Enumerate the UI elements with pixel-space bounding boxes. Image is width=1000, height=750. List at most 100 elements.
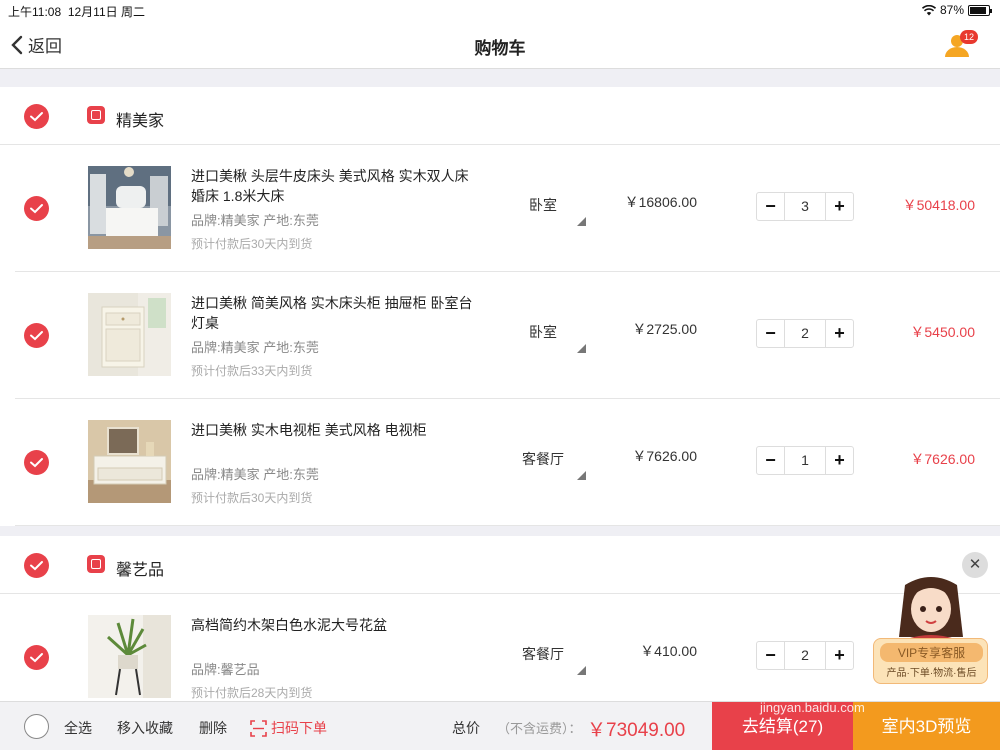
shop-checkbox[interactable]	[24, 104, 49, 129]
quantity-value[interactable]: 3	[784, 193, 826, 220]
product-title[interactable]: 高档简约木架白色水泥大号花盆	[191, 615, 481, 635]
scan-icon	[250, 719, 267, 737]
plant-pot-image	[88, 615, 171, 698]
check-icon	[30, 653, 43, 663]
status-right: 87%	[921, 3, 992, 17]
vip-title: VIP专享客服	[880, 643, 983, 662]
total-label: 总价	[452, 720, 480, 736]
product-image[interactable]	[88, 293, 171, 376]
3d-preview-button[interactable]: 室内3D预览	[853, 702, 1000, 750]
quantity-value[interactable]: 2	[784, 320, 826, 347]
dropdown-corner-icon	[577, 666, 586, 675]
item-checkbox[interactable]	[24, 323, 49, 348]
store-icon	[87, 106, 105, 124]
navigation-bar: 返回 购物车 12	[0, 20, 1000, 69]
item-subtotal: ￥50418.00	[902, 197, 975, 213]
page-title: 购物车	[474, 39, 526, 58]
shop-name: 馨艺品	[116, 562, 165, 579]
tv-cabinet-image	[88, 420, 171, 503]
vip-service-widget[interactable]: VIP专享客服 产品·下单·物流·售后	[873, 575, 988, 687]
product-image[interactable]	[88, 420, 171, 503]
nightstand-image	[88, 293, 171, 376]
cart-item: 进口美楸 头层牛皮床头 美式风格 实木双人床 婚床 1.8米大床 品牌:精美家 …	[15, 145, 1000, 272]
product-brand: 品牌:馨艺品	[191, 662, 260, 677]
shop-section: 馨艺品 高档简约木架白色水泥大号花盆 品牌:馨艺品 预计付款后28天内到货 客餐…	[0, 536, 1000, 701]
vip-card[interactable]: VIP专享客服 产品·下单·物流·售后	[873, 638, 988, 684]
room-selector[interactable]: 客餐厅	[500, 449, 586, 469]
battery-icon	[968, 4, 992, 16]
shop-section: 精美家 进口美楸 头层牛皮床头 美式风格 实木双人床 婚床 1.8米大床 品牌:…	[0, 87, 1000, 526]
room-selector[interactable]: 卧室	[500, 195, 586, 215]
decrease-button[interactable]: −	[757, 193, 784, 220]
item-checkbox[interactable]	[24, 645, 49, 670]
shop-header: 精美家	[0, 87, 1000, 145]
dropdown-corner-icon	[577, 344, 586, 353]
increase-button[interactable]: +	[826, 320, 853, 347]
wifi-icon	[921, 4, 936, 15]
decrease-button[interactable]: −	[757, 447, 784, 474]
watermark-text: jingyan.baidu.com	[760, 700, 865, 715]
dropdown-corner-icon	[577, 217, 586, 226]
check-icon	[30, 561, 43, 571]
check-icon	[30, 331, 43, 341]
notification-badge: 12	[960, 30, 978, 44]
product-image[interactable]	[88, 166, 171, 249]
battery-percent: 87%	[939, 3, 964, 17]
move-to-favorites-button[interactable]: 移入收藏	[117, 718, 173, 738]
cart-item: 高档简约木架白色水泥大号花盆 品牌:馨艺品 预计付款后28天内到货 客餐厅 ￥4…	[15, 594, 1000, 701]
status-bar: 上午11:08 12月11日 周二 87%	[0, 0, 1000, 20]
delivery-estimate: 预计付款后33天内到货	[191, 364, 313, 378]
select-all-checkbox[interactable]	[24, 714, 49, 739]
item-checkbox[interactable]	[24, 196, 49, 221]
unit-price: ￥16806.00	[624, 194, 697, 210]
product-title[interactable]: 进口美楸 头层牛皮床头 美式风格 实木双人床 婚床 1.8米大床	[191, 166, 481, 206]
bed-image	[88, 166, 171, 249]
item-checkbox[interactable]	[24, 450, 49, 475]
increase-button[interactable]: +	[826, 447, 853, 474]
total-price: ￥73049.00	[587, 720, 686, 741]
select-all-label[interactable]: 全选	[64, 718, 92, 738]
room-selector[interactable]: 卧室	[500, 322, 586, 342]
increase-button[interactable]: +	[826, 193, 853, 220]
delivery-estimate: 预计付款后30天内到货	[191, 237, 313, 251]
product-title[interactable]: 进口美楸 简美风格 实木床头柜 抽屉柜 卧室台灯桌	[191, 293, 481, 333]
quantity-stepper: − 2 +	[756, 319, 854, 348]
scan-label: 扫码下单	[271, 720, 327, 736]
cart-content[interactable]: 精美家 进口美楸 头层牛皮床头 美式风格 实木双人床 婚床 1.8米大床 品牌:…	[0, 87, 1000, 701]
dropdown-corner-icon	[577, 471, 586, 480]
check-icon	[30, 204, 43, 214]
cart-item: 进口美楸 实木电视柜 美式风格 电视柜 品牌:精美家 产地:东莞 预计付款后30…	[15, 399, 1000, 526]
unit-price: ￥410.00	[640, 643, 697, 659]
unit-price: ￥7626.00	[632, 448, 697, 464]
shop-name: 精美家	[116, 113, 165, 130]
cart-item: 进口美楸 简美风格 实木床头柜 抽屉柜 卧室台灯桌 品牌:精美家 产地:东莞 预…	[15, 272, 1000, 399]
item-subtotal: ￥5450.00	[910, 324, 975, 340]
decrease-button[interactable]: −	[757, 320, 784, 347]
quantity-stepper: − 2 +	[756, 641, 854, 670]
delivery-estimate: 预计付款后30天内到货	[191, 491, 313, 505]
scan-order-button[interactable]: 扫码下单	[250, 718, 327, 738]
quantity-stepper: − 3 +	[756, 192, 854, 221]
product-image[interactable]	[88, 615, 171, 698]
store-icon	[87, 555, 105, 573]
check-icon	[30, 458, 43, 468]
quantity-value[interactable]: 2	[784, 642, 826, 669]
increase-button[interactable]: +	[826, 642, 853, 669]
freight-note: （不含运费）：	[497, 721, 582, 736]
shop-checkbox[interactable]	[24, 553, 49, 578]
delivery-estimate: 预计付款后28天内到货	[191, 686, 313, 700]
customer-service-button[interactable]: 12	[944, 30, 978, 57]
product-title[interactable]: 进口美楸 实木电视柜 美式风格 电视柜	[191, 420, 481, 440]
item-subtotal: ￥7626.00	[910, 451, 975, 467]
delete-button[interactable]: 删除	[199, 718, 227, 738]
quantity-value[interactable]: 1	[784, 447, 826, 474]
status-time: 上午11:08 12月11日 周二	[8, 5, 145, 19]
product-brand: 品牌:精美家 产地:东莞	[191, 340, 319, 355]
vip-subtitle: 产品·下单·物流·售后	[886, 668, 977, 679]
check-icon	[30, 112, 43, 122]
decrease-button[interactable]: −	[757, 642, 784, 669]
room-selector[interactable]: 客餐厅	[500, 644, 586, 664]
quantity-stepper: − 1 +	[756, 446, 854, 475]
shop-header: 馨艺品	[0, 536, 1000, 594]
product-brand: 品牌:精美家 产地:东莞	[191, 467, 319, 482]
